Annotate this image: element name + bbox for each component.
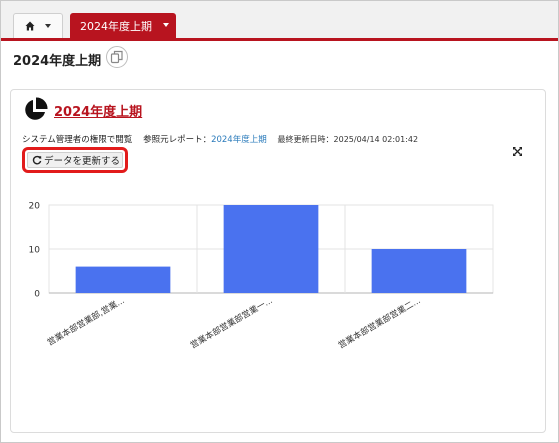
bar (75, 266, 171, 293)
x-tick-label: 営業本部営業部営業二... (336, 295, 422, 351)
x-tick-label: 営業本部営業部,営業... (45, 295, 126, 348)
bar (371, 249, 467, 293)
y-tick-label: 20 (29, 202, 41, 212)
y-tick-label: 10 (29, 246, 41, 256)
x-tick-label: 営業本部営業部営業一... (188, 295, 274, 351)
bar (223, 205, 319, 293)
bar-chart: 0 10 20 営業本部営業部,営業... 営業本部営業部営業一... 営業本部営業部営業… (29, 202, 494, 351)
y-tick-label: 0 (34, 290, 40, 300)
